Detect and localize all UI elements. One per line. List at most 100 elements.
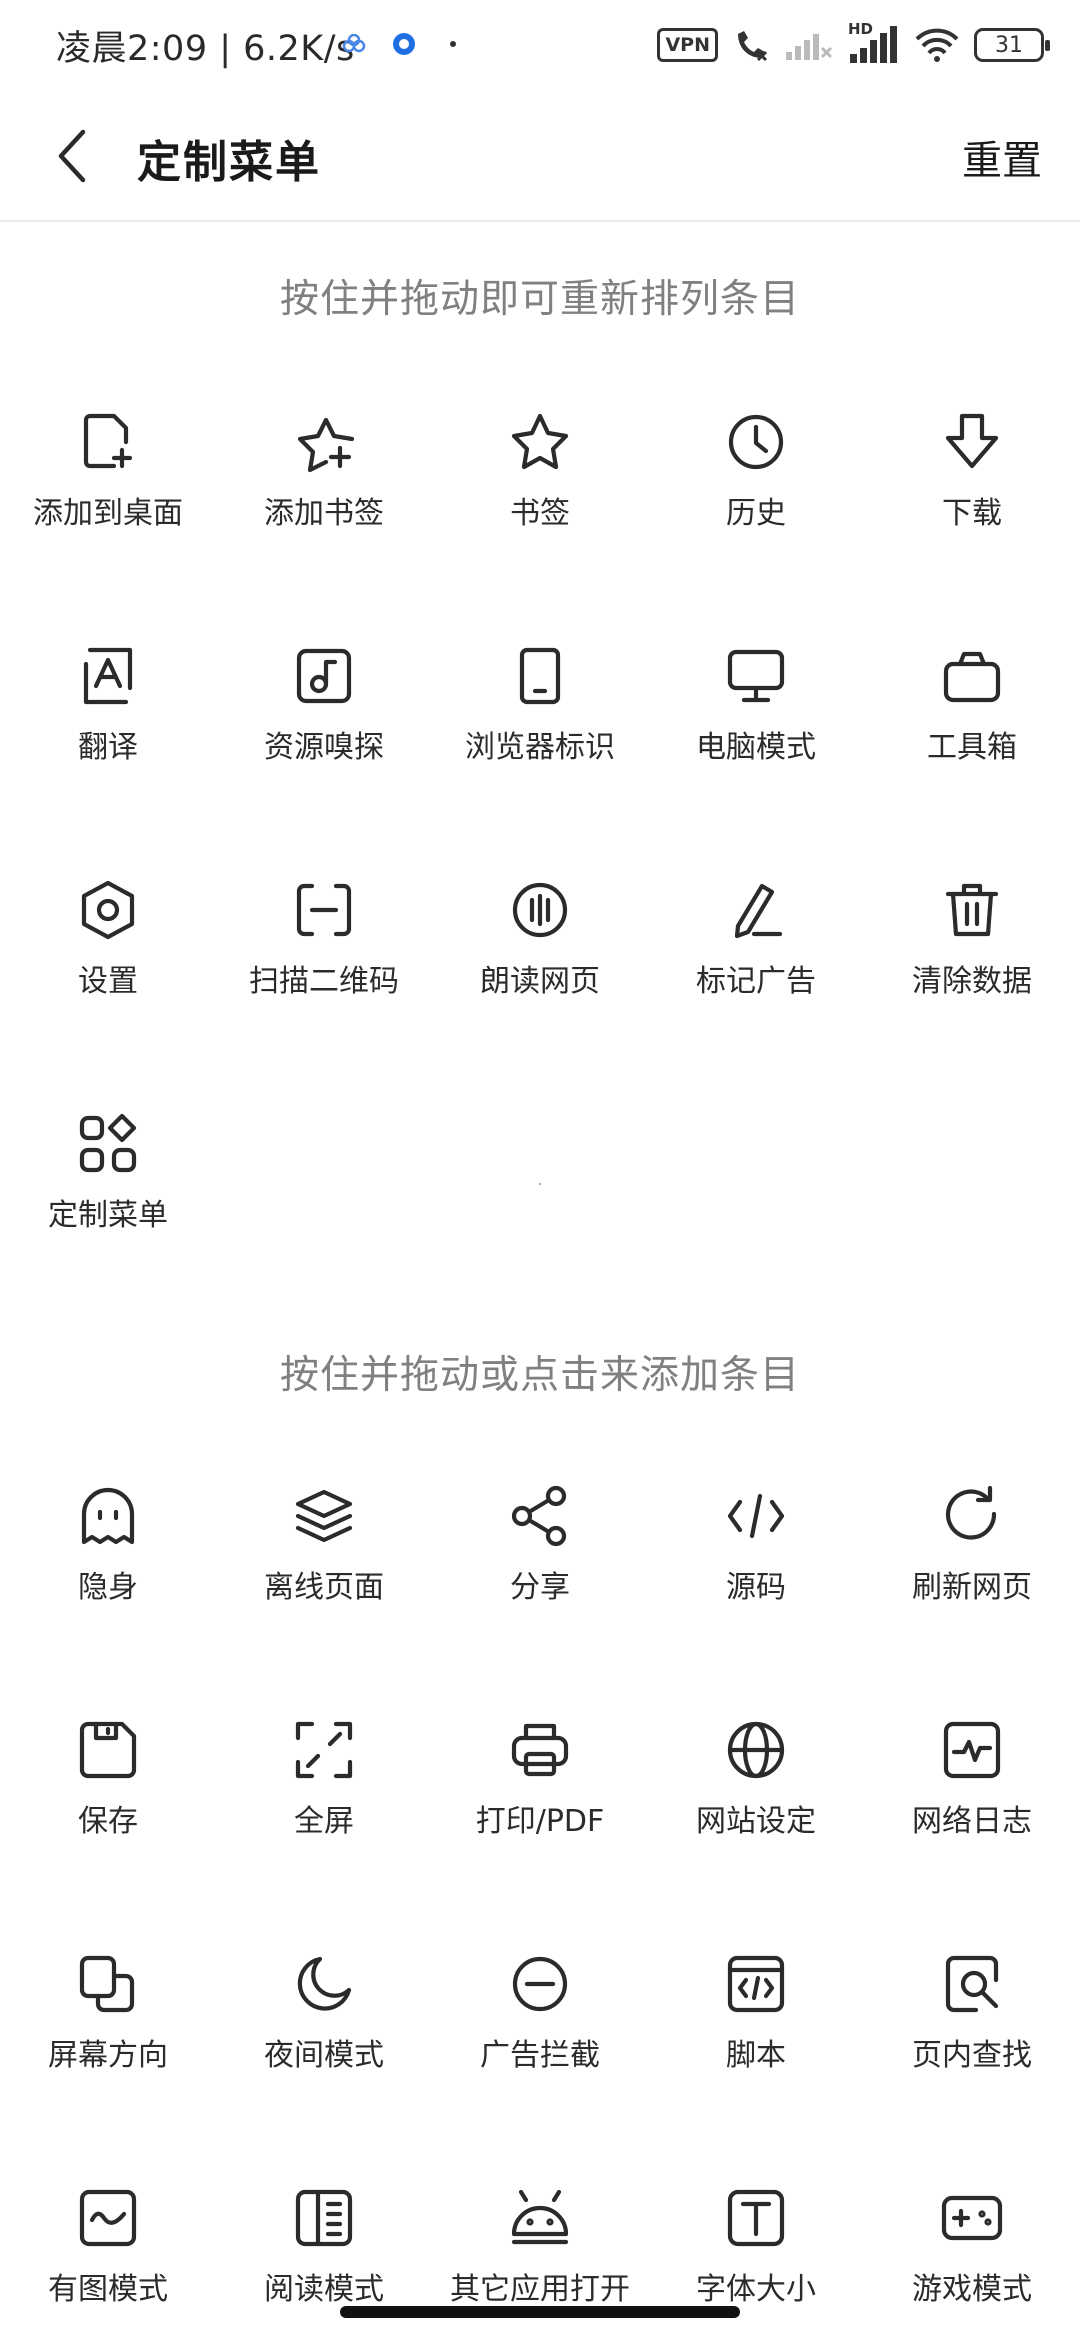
available-item-save[interactable]: 保存 xyxy=(0,1704,216,1938)
ad-block-icon xyxy=(508,1952,572,2016)
menu-item-label: 添加到桌面 xyxy=(33,496,183,531)
menu-item-user-agent[interactable]: 浏览器标识 xyxy=(432,630,648,864)
status-bar: 凌晨2:09 | 6.2K/s VPN HD 31 xyxy=(0,0,1080,90)
translate-icon xyxy=(76,644,140,708)
menu-item-clear-data[interactable]: 清除数据 xyxy=(864,864,1080,1098)
available-item-game-mode[interactable]: 游戏模式 xyxy=(864,2172,1080,2340)
available-items-grid: 隐身 离线页面 分享 源码 刷新网页 保存 全屏 打印/PDF 网站设定 网络日… xyxy=(0,1470,1080,2340)
menu-item-label: 标记广告 xyxy=(696,964,816,999)
menu-item-label: 添加书签 xyxy=(264,496,384,531)
menu-item-label: 浏览器标识 xyxy=(465,730,615,765)
available-item-label: 有图模式 xyxy=(48,2272,168,2307)
menu-item-add-bookmark[interactable]: 添加书签 xyxy=(216,396,432,630)
menu-item-add-to-desktop[interactable]: 添加到桌面 xyxy=(0,396,216,630)
menu-item-read-aloud[interactable]: 朗读网页 xyxy=(432,864,648,1098)
font-size-icon xyxy=(724,2186,788,2250)
image-mode-icon xyxy=(76,2186,140,2250)
menu-item-label: 清除数据 xyxy=(912,964,1032,999)
menu-item-mark-ad[interactable]: 标记广告 xyxy=(648,864,864,1098)
available-item-offline-pages[interactable]: 离线页面 xyxy=(216,1470,432,1704)
open-in-other-app-android-icon xyxy=(508,2186,572,2250)
mark-ad-pen-icon xyxy=(724,878,788,942)
menu-item-toolbox[interactable]: 工具箱 xyxy=(864,630,1080,864)
offline-pages-layers-icon xyxy=(292,1484,356,1548)
menu-item-desktop-mode[interactable]: 电脑模式 xyxy=(648,630,864,864)
user-agent-phone-icon xyxy=(508,644,572,708)
app-notification-icon xyxy=(393,33,415,55)
available-item-site-settings[interactable]: 网站设定 xyxy=(648,1704,864,1938)
available-item-label: 网络日志 xyxy=(912,1804,1032,1839)
site-settings-globe-icon xyxy=(724,1718,788,1782)
available-item-label: 全屏 xyxy=(294,1804,354,1839)
call-off-icon xyxy=(738,31,768,62)
battery-level: 31 xyxy=(995,32,1023,58)
available-item-screen-rotation[interactable]: 屏幕方向 xyxy=(0,1938,216,2172)
screen-rotation-icon xyxy=(76,1952,140,2016)
app-bar: 定制菜单 重置 xyxy=(0,90,1080,222)
available-item-label: 游戏模式 xyxy=(912,2272,1032,2307)
scan-qr-icon xyxy=(292,878,356,942)
available-item-share[interactable]: 分享 xyxy=(432,1470,648,1704)
menu-item-settings[interactable]: 设置 xyxy=(0,864,216,1098)
available-item-label: 其它应用打开 xyxy=(450,2272,630,2307)
print-icon xyxy=(508,1718,572,1782)
fullscreen-icon xyxy=(292,1718,356,1782)
reader-mode-icon xyxy=(292,2186,356,2250)
bookmark-star-icon xyxy=(508,410,572,474)
save-floppy-icon xyxy=(76,1718,140,1782)
signal-strong-icon xyxy=(850,26,897,63)
home-indicator[interactable] xyxy=(340,2306,740,2318)
available-item-refresh[interactable]: 刷新网页 xyxy=(864,1470,1080,1704)
reset-button[interactable]: 重置 xyxy=(962,128,1042,186)
signal-strong-group: HD xyxy=(848,20,900,64)
status-icons: VPN HD 31 xyxy=(657,20,1050,66)
menu-item-scan-qr[interactable]: 扫描二维码 xyxy=(216,864,432,1098)
wifi-icon xyxy=(915,28,959,62)
available-item-print[interactable]: 打印/PDF xyxy=(432,1704,648,1938)
menu-item-label: 朗读网页 xyxy=(480,964,600,999)
available-item-incognito[interactable]: 隐身 xyxy=(0,1470,216,1704)
available-item-ad-block[interactable]: 广告拦截 xyxy=(432,1938,648,2172)
night-mode-moon-icon xyxy=(292,1952,356,2016)
back-button[interactable] xyxy=(38,118,108,194)
cloud-dots-icon xyxy=(342,34,366,53)
game-mode-gamepad-icon xyxy=(940,2186,1004,2250)
settings-hexagon-icon xyxy=(76,878,140,942)
source-code-icon xyxy=(724,1484,788,1548)
available-item-label: 打印/PDF xyxy=(475,1804,605,1839)
add-bookmark-icon xyxy=(292,410,356,474)
available-item-label: 页内查找 xyxy=(912,2038,1032,2073)
available-item-script[interactable]: 脚本 xyxy=(648,1938,864,2172)
available-item-label: 分享 xyxy=(510,1570,570,1605)
available-item-label: 源码 xyxy=(726,1570,786,1605)
share-icon xyxy=(508,1484,572,1548)
menu-item-bookmarks[interactable]: 书签 xyxy=(432,396,648,630)
menu-item-customize-menu[interactable]: 定制菜单 xyxy=(0,1098,216,1332)
available-item-label: 字体大小 xyxy=(696,2272,816,2307)
available-item-label: 脚本 xyxy=(726,2038,786,2073)
refresh-icon xyxy=(940,1484,1004,1548)
menu-item-download[interactable]: 下载 xyxy=(864,396,1080,630)
available-item-night-mode[interactable]: 夜间模式 xyxy=(216,1938,432,2172)
menu-item-label: 翻译 xyxy=(78,730,138,765)
available-item-label: 隐身 xyxy=(78,1570,138,1605)
available-item-image-mode[interactable]: 有图模式 xyxy=(0,2172,216,2340)
toolbox-icon xyxy=(940,644,1004,708)
menu-item-label: 书签 xyxy=(510,496,570,531)
menu-item-translate[interactable]: 翻译 xyxy=(0,630,216,864)
menu-item-history[interactable]: 历史 xyxy=(648,396,864,630)
menu-item-media-sniff[interactable]: 资源嗅探 xyxy=(216,630,432,864)
status-time-speed: 凌晨2:09 | 6.2K/s xyxy=(56,29,355,69)
available-item-find-in-page[interactable]: 页内查找 xyxy=(864,1938,1080,2172)
incognito-ghost-icon xyxy=(76,1484,140,1548)
available-item-label: 刷新网页 xyxy=(912,1570,1032,1605)
media-sniff-icon xyxy=(292,644,356,708)
available-item-network-log[interactable]: 网络日志 xyxy=(864,1704,1080,1938)
menu-item-label: 定制菜单 xyxy=(48,1198,168,1233)
available-item-fullscreen[interactable]: 全屏 xyxy=(216,1704,432,1938)
menu-item-label: 扫描二维码 xyxy=(249,964,399,999)
available-item-label: 离线页面 xyxy=(264,1570,384,1605)
available-item-source-code[interactable]: 源码 xyxy=(648,1470,864,1704)
history-clock-icon xyxy=(724,410,788,474)
network-log-icon xyxy=(940,1718,1004,1782)
